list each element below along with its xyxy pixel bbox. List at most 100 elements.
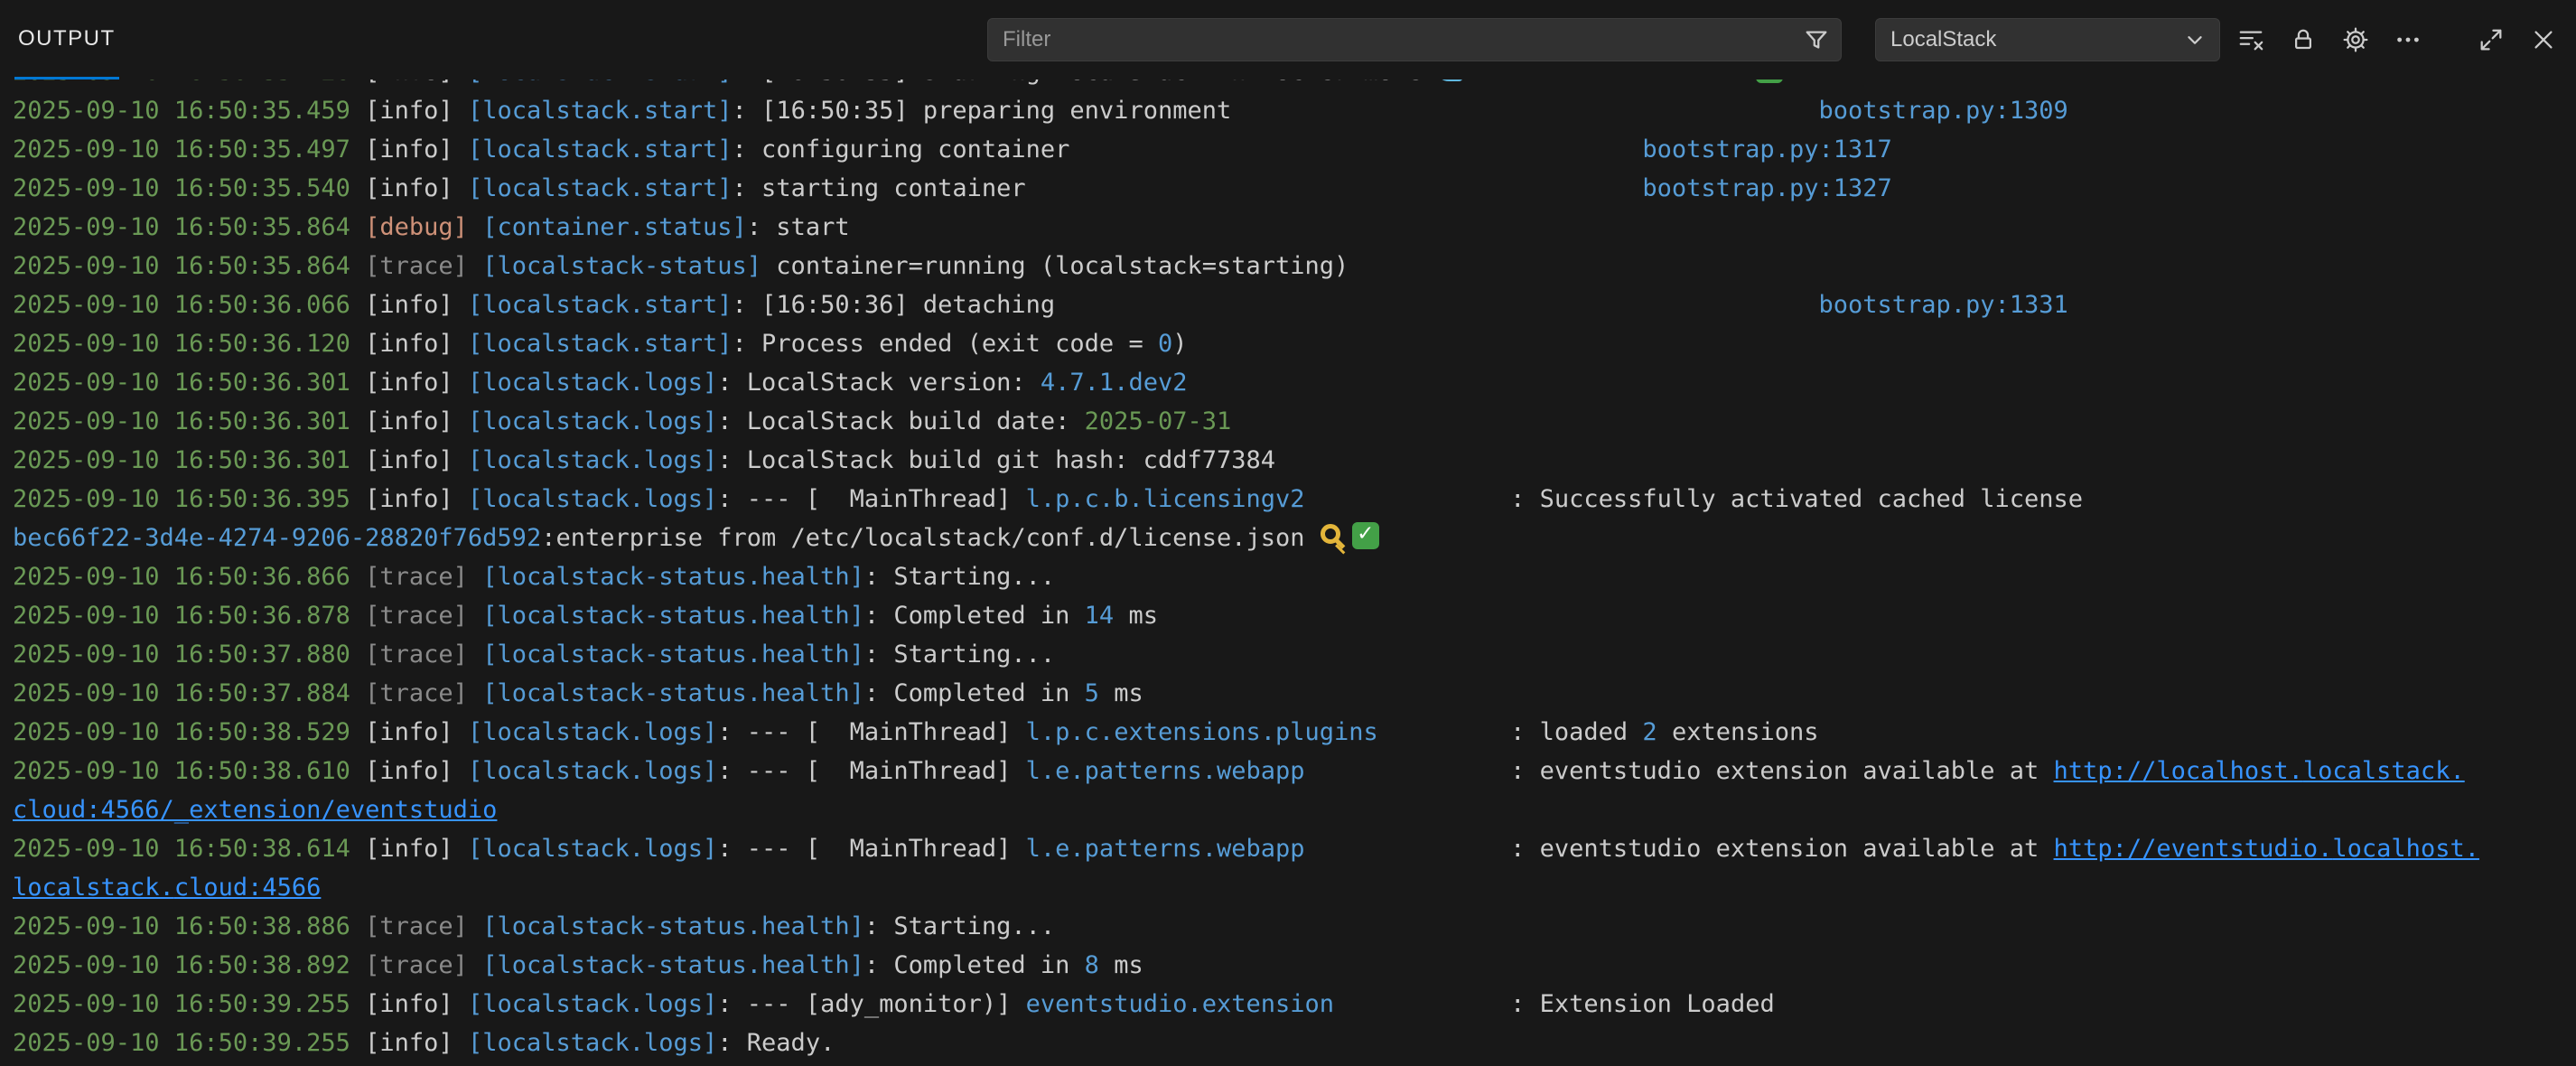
file-ref-link[interactable]: bootstrap.py:1327	[1642, 174, 1891, 202]
settings-button[interactable]	[2334, 18, 2377, 61]
log-text: : --- [ MainThread]	[717, 757, 1025, 785]
log-number: 8	[1085, 951, 1099, 979]
log-level: [trace]	[365, 679, 482, 707]
timestamp: 2025-09-10 16:50:37.880	[13, 641, 365, 669]
logger-name: [localstack-status.health]	[482, 602, 864, 630]
timestamp: 2025-09-10 16:50:35.864	[13, 213, 365, 241]
log-text: : eventstudio extension available at	[1510, 757, 2053, 785]
log-line: 2025-09-10 16:50:38.529 [info] [localsta…	[13, 713, 2553, 752]
log-text: : --- [ MainThread]	[717, 485, 1025, 513]
logger-name: [localstack.logs]	[468, 1029, 717, 1057]
timestamp: 2025-09-10 16:50:36.866	[13, 563, 365, 591]
spacer	[1334, 990, 1510, 1018]
log-level: [info]	[365, 485, 468, 513]
timestamp: 2025-09-10 16:50:38.529	[13, 718, 365, 746]
log-line: 2025-09-10 16:50:38.886 [trace] [localst…	[13, 907, 2553, 946]
tab-output[interactable]: OUTPUT	[14, 0, 119, 79]
logger-name: [localstack.logs]	[468, 446, 717, 474]
log-level: [info]	[365, 369, 468, 397]
file-ref-link[interactable]: bootstrap.py:1317	[1642, 136, 1891, 164]
log-level: [info]	[365, 446, 468, 474]
filter-input[interactable]	[988, 19, 1803, 61]
output-log[interactable]: 2025-09-10 16:50:35.426 [info] [localsta…	[0, 79, 2576, 1066]
filter-icon[interactable]	[1803, 26, 1830, 53]
log-text: : LocalStack build git hash: cddf77384	[717, 446, 1275, 474]
spacer	[1462, 79, 1756, 86]
panel-title: OUTPUT	[18, 26, 116, 51]
log-level: [info]	[365, 291, 468, 319]
logger-name: l.e.patterns.webapp	[1026, 757, 1305, 785]
log-line: 2025-09-10 16:50:38.610 [info] [localsta…	[13, 752, 2553, 829]
log-text: : [16:50:35] starting LocalStack in Dock…	[733, 79, 1437, 86]
clear-output-button[interactable]	[2229, 18, 2273, 61]
log-level: [trace]	[365, 951, 482, 979]
clear-output-icon	[2237, 26, 2264, 53]
logger-name: [localstack.logs]	[468, 835, 717, 863]
log-text: : Completed in	[864, 951, 1085, 979]
log-text: : Extension Loaded	[1510, 990, 1775, 1018]
logger-name: [localstack.start]	[468, 97, 733, 125]
spacer	[1055, 291, 1818, 319]
log-line: 2025-09-10 16:50:35.864 [trace] [localst…	[13, 247, 2553, 285]
spacer	[1026, 174, 1643, 202]
log-line: 2025-09-10 16:50:38.892 [trace] [localst…	[13, 946, 2553, 985]
logger-name: l.p.c.b.licensingv2	[1026, 485, 1305, 513]
spacer	[1305, 835, 1511, 863]
log-text: : eventstudio extension available at	[1510, 835, 2053, 863]
log-text: : [16:50:36] detaching	[733, 291, 1056, 319]
more-actions-button[interactable]	[2386, 18, 2430, 61]
logger-name: [localstack.logs]	[468, 990, 717, 1018]
log-level: [trace]	[365, 912, 482, 940]
timestamp: 2025-09-10 16:50:36.878	[13, 602, 365, 630]
log-text: : Completed in	[864, 602, 1085, 630]
log-line: 2025-09-10 16:50:35.497 [info] [localsta…	[13, 130, 2553, 169]
logger-name: [localstack.logs]	[468, 718, 717, 746]
log-text: : Starting...	[864, 563, 1055, 591]
whale-emoji	[1437, 79, 1462, 81]
lock-autoscroll-button[interactable]	[2282, 18, 2325, 61]
logger-name: l.e.patterns.webapp	[1026, 835, 1305, 863]
logger-name: [localstack.start]	[468, 291, 733, 319]
log-line: 2025-09-10 16:50:35.459 [info] [localsta…	[13, 91, 2553, 130]
timestamp: 2025-09-10 16:50:36.301	[13, 446, 365, 474]
log-text: ms	[1099, 679, 1143, 707]
logger-name: [localstack.start]	[468, 136, 733, 164]
logger-name: l.p.c.extensions.plugins	[1026, 718, 1378, 746]
log-text: : Starting...	[864, 912, 1055, 940]
log-line: 2025-09-10 16:50:37.884 [trace] [localst…	[13, 674, 2553, 713]
log-line: 2025-09-10 16:50:36.120 [info] [localsta…	[13, 324, 2553, 363]
log-text: : [16:50:35] preparing environment	[733, 97, 1232, 125]
log-line: 2025-09-10 16:50:36.301 [info] [localsta…	[13, 363, 2553, 402]
log-number: 5	[1085, 679, 1099, 707]
log-line: 2025-09-10 16:50:36.301 [info] [localsta…	[13, 441, 2553, 480]
maximize-panel-button[interactable]	[2469, 18, 2513, 61]
log-line: 2025-09-10 16:50:35.864 [debug] [contain…	[13, 208, 2553, 247]
check-emoji	[1756, 79, 1783, 83]
license-id: bec66f22-3d4e-4274-9206-28820f76d592	[13, 524, 541, 552]
settings-gear-icon	[2342, 26, 2369, 53]
timestamp: 2025-09-10 16:50:35.497	[13, 136, 365, 164]
log-text: : start	[747, 213, 850, 241]
log-text: : LocalStack version:	[717, 369, 1041, 397]
log-number: 0	[1158, 330, 1172, 358]
log-level: [info]	[365, 330, 468, 358]
channel-dropdown[interactable]: LocalStack	[1875, 18, 2220, 61]
log-line: 2025-09-10 16:50:39.255 [info] [localsta…	[13, 1024, 2553, 1062]
logger-name: [localstack.logs]	[468, 485, 717, 513]
log-level: [info]	[365, 174, 468, 202]
timestamp: 2025-09-10 16:50:38.892	[13, 951, 365, 979]
log-level: [info]	[365, 990, 468, 1018]
logger-name: [localstack-status.health]	[482, 563, 864, 591]
logger-name: eventstudio.extension	[1026, 990, 1334, 1018]
log-number: 14	[1085, 602, 1115, 630]
file-ref-link[interactable]: bootstrap.py:1331	[1818, 291, 2067, 319]
check-emoji	[1352, 522, 1379, 549]
file-ref-link[interactable]: bootstrap.py:1309	[1818, 97, 2067, 125]
log-line: 2025-09-10 16:50:38.614 [info] [localsta…	[13, 829, 2553, 907]
log-text: : Ready.	[717, 1029, 835, 1057]
log-level: [debug]	[365, 213, 482, 241]
log-text: container=running (localstack=starting)	[761, 252, 1349, 280]
close-panel-button[interactable]	[2522, 18, 2565, 61]
timestamp: 2025-09-10 16:50:36.301	[13, 369, 365, 397]
log-level: [info]	[365, 718, 468, 746]
